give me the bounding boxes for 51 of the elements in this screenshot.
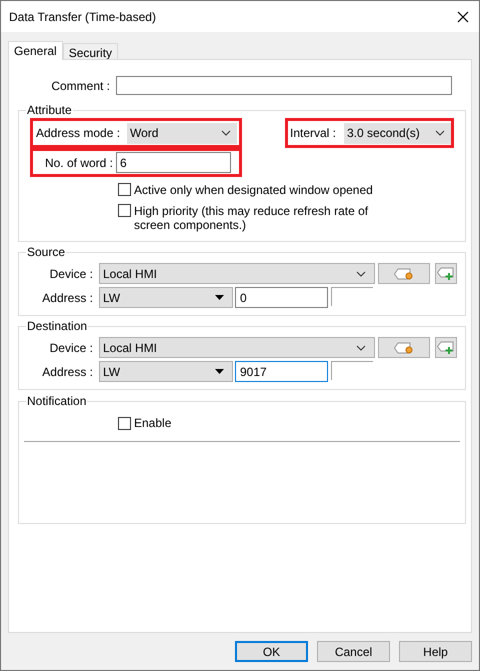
tag-gear-icon: [394, 342, 414, 354]
tag-gear-icon: [394, 268, 414, 280]
checkbox-label: Enable: [134, 415, 172, 432]
checkbox[interactable]: [118, 204, 131, 217]
field-label: Address :: [41, 290, 94, 306]
interval-dropdown[interactable]: 3.0 second(s): [344, 122, 451, 144]
field-label: Address mode :: [36, 125, 122, 142]
field-label: Comment :: [50, 78, 111, 94]
device-dropdown[interactable]: Local HMI: [99, 337, 375, 358]
checkbox[interactable]: [118, 183, 131, 196]
tag-plus-icon: [437, 340, 455, 354]
address-type-dropdown[interactable]: LW: [99, 361, 233, 382]
address-type-dropdown[interactable]: LW: [99, 287, 233, 308]
tag-settings-button[interactable]: [378, 337, 430, 358]
close-icon[interactable]: [457, 10, 469, 22]
device-dropdown[interactable]: Local HMI: [99, 263, 375, 284]
address-field[interactable]: 9017: [235, 361, 328, 382]
chevron-down-icon: [356, 270, 366, 276]
field-label: No. of word :: [44, 154, 114, 172]
field-label: Interval :: [290, 125, 338, 142]
tag-add-button[interactable]: [435, 263, 457, 284]
window-title: Data Transfer (Time-based): [9, 8, 156, 26]
field-label: Address :: [41, 364, 94, 380]
tab[interactable]: Security: [62, 43, 118, 59]
group-title: Source: [26, 245, 66, 259]
triangle-down-icon: [215, 369, 224, 374]
tag-add-button[interactable]: [435, 337, 457, 358]
field-label: Device :: [48, 340, 94, 356]
comment-field[interactable]: [116, 76, 452, 95]
group-title: Notification: [26, 394, 88, 408]
dialog-button[interactable]: OK: [235, 641, 308, 662]
triangle-down-icon: [215, 295, 224, 300]
tab[interactable]: General: [8, 41, 63, 60]
field-label: Device :: [48, 266, 94, 282]
address-field[interactable]: 0: [235, 287, 328, 308]
chevron-down-icon: [435, 130, 445, 136]
address-mode-dropdown[interactable]: Word: [127, 122, 237, 144]
chevron-down-icon: [356, 344, 366, 350]
group-title: Destination: [26, 319, 88, 333]
tag-plus-icon: [437, 266, 455, 280]
checkbox-label: Active only when designated window opened: [134, 183, 374, 197]
address-preview-field: [331, 287, 373, 306]
tag-settings-button[interactable]: [378, 263, 430, 284]
group-title: Attribute: [26, 103, 73, 117]
dialog-button[interactable]: Help: [399, 641, 472, 662]
dialog-button[interactable]: Cancel: [317, 641, 390, 662]
checkbox[interactable]: [118, 416, 131, 430]
checkbox-label: High priority (this may reduce refresh rate of screen components.): [134, 204, 370, 232]
address-preview-field: [331, 361, 373, 380]
word-count-field[interactable]: 6: [116, 152, 231, 173]
chevron-down-icon: [221, 130, 231, 136]
